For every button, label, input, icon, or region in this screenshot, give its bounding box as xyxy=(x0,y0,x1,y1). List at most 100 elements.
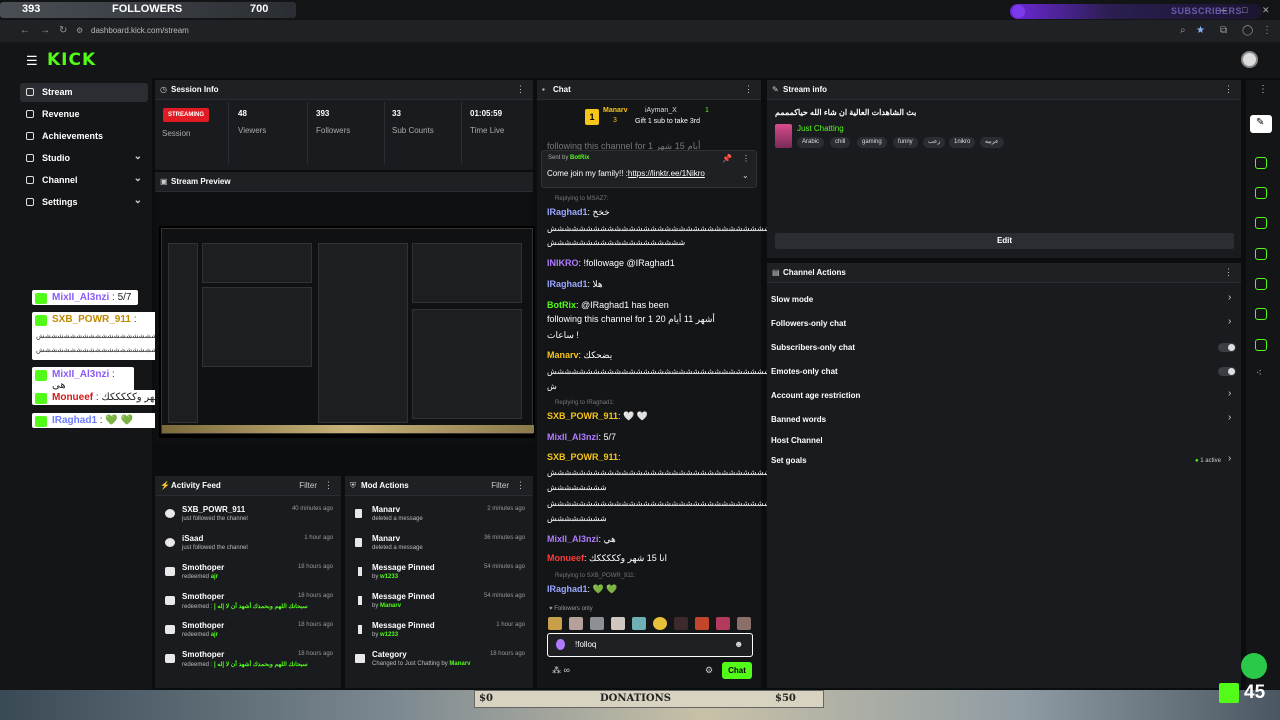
emote-icon[interactable] xyxy=(632,617,646,630)
sidebar-item-settings[interactable]: Settings ⌄ xyxy=(20,193,148,212)
shortcut-icon[interactable] xyxy=(1255,248,1267,260)
chat-message[interactable]: Monueef: انا 15 شهر وكككككك xyxy=(547,553,667,564)
chat-message[interactable]: MixII_Al3nzi: 5/7 xyxy=(547,432,616,442)
shortcut-icon[interactable] xyxy=(1255,187,1267,199)
sub-gift-leaderboard[interactable]: 1 Manarv 3 iAyman_X 1 Gift 1 sub to take… xyxy=(585,107,717,131)
hamburger-icon[interactable]: ☰ xyxy=(26,53,38,69)
sidebar-item-achievements[interactable]: Achievements xyxy=(20,127,148,146)
chat-username[interactable]: BotRix xyxy=(547,300,576,310)
edit-layout-button[interactable]: ✎ xyxy=(1250,115,1272,133)
more-shortcuts-icon[interactable]: ⁖ xyxy=(1256,368,1262,379)
subscribers-only-toggle[interactable] xyxy=(1218,343,1236,352)
stream-category[interactable]: Just Chatting xyxy=(797,124,844,133)
chevron-right-icon[interactable]: › xyxy=(1228,316,1231,327)
address-bar[interactable]: dashboard.kick.com/stream xyxy=(91,26,189,35)
zoom-icon[interactable]: ⌕ xyxy=(1180,25,1186,36)
chat-username[interactable]: MixII_Al3nzi xyxy=(547,432,599,442)
chat-username[interactable]: Manarv xyxy=(547,350,579,360)
edit-stream-info-button[interactable]: Edit xyxy=(775,233,1234,249)
filter-button[interactable]: Filter xyxy=(299,481,317,490)
pin-icon[interactable]: 📌 xyxy=(722,154,732,163)
chat-message[interactable]: BotRix: @IRaghad1 has been xyxy=(547,300,669,310)
sidebar-item-revenue[interactable]: Revenue xyxy=(20,105,148,124)
reload-icon[interactable]: ↻ xyxy=(59,25,67,36)
chevron-right-icon[interactable]: › xyxy=(1228,292,1231,303)
send-chat-button[interactable]: Chat xyxy=(722,662,752,679)
emote-icon[interactable] xyxy=(548,617,562,630)
emote-icon[interactable] xyxy=(569,617,583,630)
more-options-icon[interactable]: ⋮ xyxy=(744,84,753,95)
more-options-icon[interactable]: ⋮ xyxy=(1258,84,1268,95)
action-host-channel[interactable]: Host Channel xyxy=(771,436,823,445)
chat-message[interactable]: SXB_POWR_911: 🤍 🤍 xyxy=(547,411,648,422)
emote-icon[interactable] xyxy=(590,617,604,630)
emote-icon[interactable] xyxy=(611,617,625,630)
chat-username[interactable]: Monueef xyxy=(547,553,584,563)
maximize-icon[interactable]: □ xyxy=(1242,5,1247,15)
emoji-icon[interactable]: ☻ xyxy=(734,639,743,649)
site-info-icon[interactable]: ⚙ xyxy=(76,26,83,35)
help-chat-icon[interactable] xyxy=(1241,653,1267,679)
chat-message[interactable]: IRaghad1: 💚 💚 xyxy=(547,584,617,595)
chat-username[interactable]: INIKRO xyxy=(547,258,579,268)
close-icon[interactable]: ✕ xyxy=(1262,5,1270,16)
chat-settings-icon[interactable]: ⚙ xyxy=(705,665,713,676)
chat-message[interactable]: INIKRO: !followage @IRaghad1 xyxy=(547,258,675,268)
chat-username[interactable]: IRaghad1 xyxy=(547,584,588,594)
chat-username[interactable]: IRaghad1 xyxy=(547,207,588,217)
emote-icon[interactable] xyxy=(674,617,688,630)
chat-message[interactable]: IRaghad1: هلا xyxy=(547,279,603,290)
chevron-down-icon[interactable]: ⌄ xyxy=(742,171,749,180)
filter-button[interactable]: Filter xyxy=(491,481,509,490)
forward-icon[interactable]: → xyxy=(40,25,50,36)
shortcut-icon[interactable] xyxy=(1255,308,1267,320)
profile-icon[interactable]: ◯ xyxy=(1242,25,1253,36)
shortcut-icon[interactable] xyxy=(1255,157,1267,169)
more-options-icon[interactable]: ⋮ xyxy=(742,154,750,163)
more-options-icon[interactable]: ⋮ xyxy=(516,480,525,491)
shortcut-icon[interactable] xyxy=(1255,339,1267,351)
more-options-icon[interactable]: ⋮ xyxy=(1224,267,1233,278)
sidebar-item-studio[interactable]: Studio ⌄ xyxy=(20,149,148,168)
action-slow-mode[interactable]: Slow mode xyxy=(771,295,813,304)
action-followers-only-chat[interactable]: Followers-only chat xyxy=(771,319,846,328)
sidebar-item-stream[interactable]: Stream xyxy=(20,83,148,102)
chat-message[interactable]: Manarv: يضحكك xyxy=(547,350,612,361)
chat-username[interactable]: MixII_Al3nzi xyxy=(547,534,599,544)
chat-message[interactable]: MixII_Al3nzi: هي xyxy=(547,534,616,545)
shortcut-icon[interactable] xyxy=(1255,217,1267,229)
action-banned-words[interactable]: Banned words xyxy=(771,415,826,424)
chat-input[interactable]: !folloq xyxy=(575,640,596,649)
sidebar-item-channel[interactable]: Channel ⌄ xyxy=(20,171,148,190)
stream-preview-video[interactable] xyxy=(159,226,535,438)
emote-icon[interactable] xyxy=(695,617,709,630)
more-options-icon[interactable]: ⋮ xyxy=(1224,84,1233,95)
chevron-right-icon[interactable]: › xyxy=(1228,453,1231,464)
chat-username[interactable]: IRaghad1 xyxy=(547,279,588,289)
pinned-message[interactable]: Sent by BotRix 📌 ⋮ Come join my family!!… xyxy=(541,150,757,188)
minimize-icon[interactable]: ─ xyxy=(1220,5,1226,15)
action-set-goals[interactable]: Set goals xyxy=(771,456,807,465)
more-options-icon[interactable]: ⋮ xyxy=(324,480,333,491)
chevron-right-icon[interactable]: › xyxy=(1228,412,1231,423)
shortcut-icon[interactable] xyxy=(1255,278,1267,290)
back-icon[interactable]: ← xyxy=(20,25,30,36)
chat-message[interactable]: IRaghad1: خخخ xyxy=(547,207,610,218)
emotes-only-toggle[interactable] xyxy=(1218,367,1236,376)
extensions-icon[interactable]: ⧉ xyxy=(1220,25,1227,36)
emote-icon[interactable] xyxy=(653,617,667,630)
chat-username[interactable]: SXB_POWR_911 xyxy=(547,411,618,421)
bookmark-star-icon[interactable]: ★ xyxy=(1196,25,1205,36)
chat-input-box[interactable]: !folloq ☻ xyxy=(547,633,753,657)
more-options-icon[interactable]: ⋮ xyxy=(516,84,525,95)
emote-icon[interactable] xyxy=(716,617,730,630)
browser-menu-icon[interactable]: ⋮ xyxy=(1262,25,1272,36)
chat-message[interactable]: SXB_POWR_911: xyxy=(547,452,621,462)
chat-username[interactable]: SXB_POWR_911 xyxy=(547,452,618,462)
emote-icon[interactable] xyxy=(737,617,751,630)
chevron-right-icon[interactable]: › xyxy=(1228,388,1231,399)
pinned-link[interactable]: https://linktr.ee/1Nikro xyxy=(628,169,705,178)
chat-tools-icon[interactable]: ⁂ ∞ xyxy=(552,665,570,676)
action-account-age-restriction[interactable]: Account age restriction xyxy=(771,391,860,400)
kick-logo[interactable]: KICK xyxy=(47,50,96,70)
